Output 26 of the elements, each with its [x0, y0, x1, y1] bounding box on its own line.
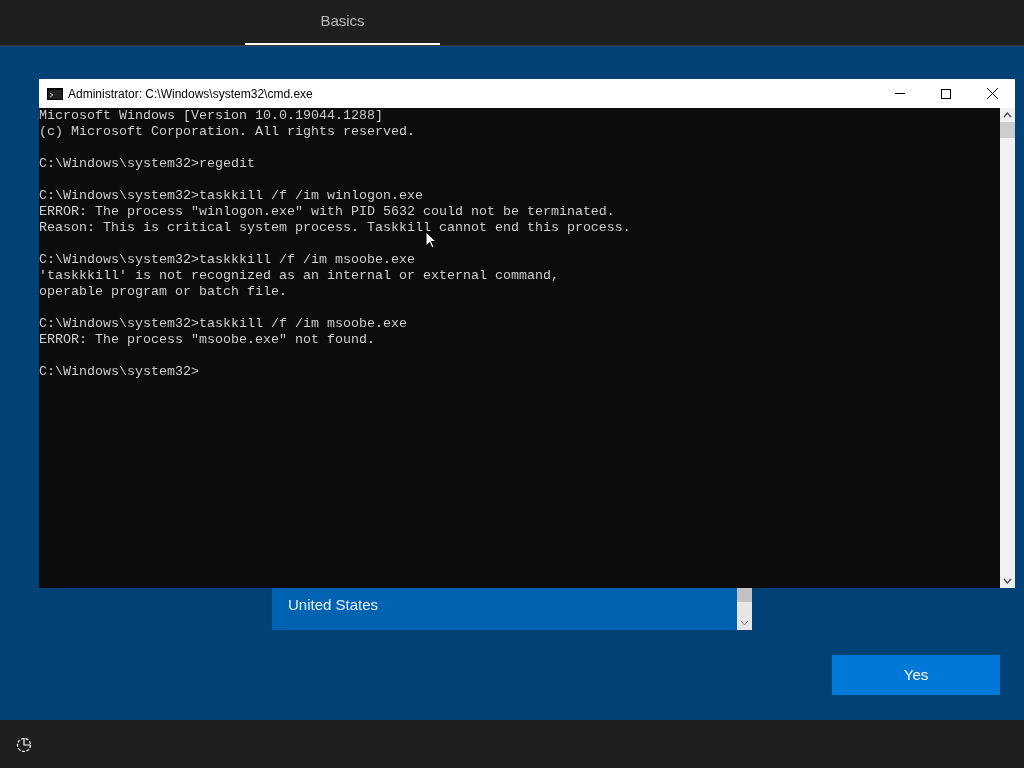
accessibility-icon[interactable]	[15, 735, 33, 753]
scroll-thumb[interactable]	[1000, 122, 1015, 138]
console-line: Reason: This is critical system process. Taskkill cannot end this process.	[39, 220, 632, 236]
console-line: ERROR: The process "msoobe.exe" not found.	[39, 332, 376, 348]
close-icon[interactable]	[986, 88, 998, 99]
console-line: C:\Windows\system32>taskkill /f /im msoobe.exe	[39, 316, 408, 332]
mouse-pointer-icon	[425, 231, 437, 249]
scroll-up-icon[interactable]	[1003, 112, 1012, 118]
console-line: C:\Windows\system32>regedit	[39, 156, 256, 172]
console-icon	[47, 87, 63, 100]
scrollbar[interactable]	[1000, 108, 1015, 588]
console-line: operable program or batch file.	[39, 284, 288, 300]
maximize-icon[interactable]	[941, 88, 951, 99]
console-line: C:\Windows\system32>	[39, 364, 200, 380]
yes-button[interactable]: Yes	[832, 655, 1000, 695]
console-line: C:\Windows\system32>taskkkill /f /im msoobe.exe	[39, 252, 416, 268]
console-line: Microsoft Windows [Version 10.0.19044.1288]	[39, 108, 384, 124]
console-line: (c) Microsoft Corporation. All rights reserved.	[39, 124, 416, 140]
window-title: Administrator: C:\Windows\system32\cmd.exe	[68, 85, 313, 103]
tab[interactable]: Basics	[245, 0, 440, 45]
console-line: C:\Windows\system32>taskkill /f /im winlogon.exe	[39, 188, 424, 204]
scroll-thumb[interactable]	[737, 588, 752, 602]
scroll-down-icon[interactable]	[1003, 578, 1012, 584]
region-list[interactable]: United States	[272, 588, 752, 630]
console-line: ERROR: The process "winlogon.exe" with PID 5632 could not be terminated.	[39, 204, 616, 220]
console-line: 'taskkkill' is not recognized as an internal or external command,	[39, 268, 560, 284]
